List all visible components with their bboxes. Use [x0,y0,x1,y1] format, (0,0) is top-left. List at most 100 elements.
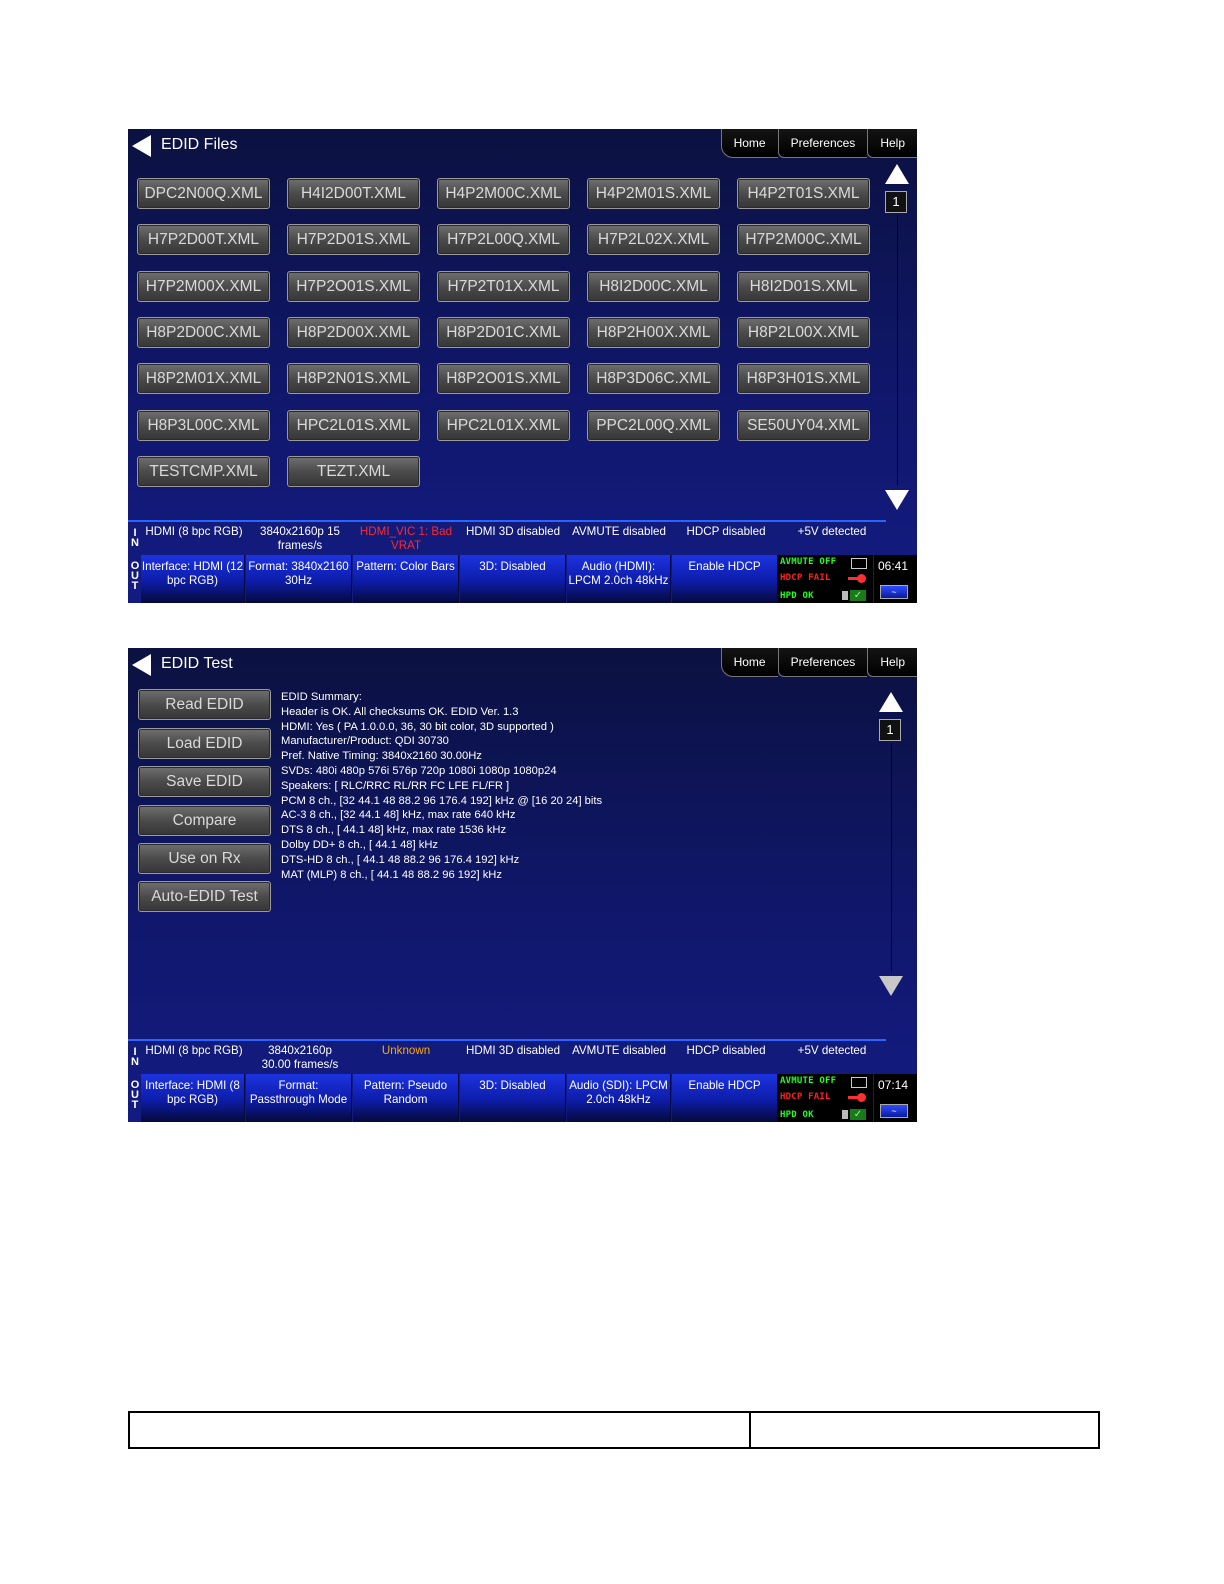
status-panel: AVMUTE OFF HDCP FAIL HPD OK ✓ [778,1074,873,1122]
out-pattern[interactable]: Pattern: Pseudo Random [353,1074,459,1122]
auto-edid-test-button[interactable]: Auto-EDID Test [138,881,271,912]
edid-file-button[interactable]: H8P2O01S.XML [437,363,570,394]
in-format: 3840x2160p 15 frames/s [260,525,340,552]
scroll-down-icon[interactable] [885,490,909,510]
top-nav: Home Preferences Help [720,648,917,677]
edid-file-button[interactable]: H8I2D00C.XML [587,271,720,302]
out-audio[interactable]: Audio (HDMI): LPCM 2.0ch 48kHz [567,555,671,603]
out-3d[interactable]: 3D: Disabled [460,1074,566,1122]
read-edid-button[interactable]: Read EDID [138,689,271,720]
edid-file-button[interactable]: H8P2N01S.XML [287,363,420,394]
edid-file-button[interactable]: H8P3D06C.XML [587,363,720,394]
home-button[interactable]: Home [720,648,778,677]
edid-file-button[interactable]: H8P2H00X.XML [587,317,720,348]
summary-line: Pref. Native Timing: 3840x2160 30.00Hz [281,750,482,763]
out-hdcp[interactable]: Enable HDCP [672,555,778,603]
in-3d: HDMI 3D disabled [465,525,561,538]
scroll-up-icon[interactable] [879,692,903,712]
edid-file-button[interactable]: PPC2L00Q.XML [587,410,720,441]
signal-icon[interactable]: ~ [880,585,908,599]
use-on-rx-button[interactable]: Use on Rx [138,843,271,874]
summary-line: DTS-HD 8 ch., [ 44.1 48 88.2 96 176.4 19… [281,853,520,866]
out-label: OUT [130,1079,140,1111]
out-hdcp[interactable]: Enable HDCP [672,1074,778,1122]
edid-file-button[interactable]: H7P2T01X.XML [437,271,570,302]
signal-icon[interactable]: ~ [880,1104,908,1118]
hpd-status: HPD OK [780,1110,814,1120]
edid-file-button[interactable]: HPC2L01X.XML [437,410,570,441]
edid-file-button[interactable]: H7P2M00C.XML [737,224,870,255]
screen-title: EDID Test [161,655,233,672]
page-indicator: 1 [879,719,901,741]
out-interface[interactable]: Interface: HDMI (12 bpc RGB) [141,555,245,603]
out-format[interactable]: Format: Passthrough Mode [246,1074,352,1122]
edid-file-button[interactable]: H7P2O01S.XML [287,271,420,302]
edid-file-button[interactable]: H4P2T01S.XML [737,178,870,209]
compare-button[interactable]: Compare [138,805,271,836]
in-interface: HDMI (8 bpc RGB) [145,525,243,538]
edid-file-button[interactable]: H7P2M00X.XML [137,271,270,302]
back-arrow-icon[interactable] [132,654,151,676]
in-vic: Unknown [381,1044,431,1057]
title-bar: EDID Test Home Preferences Help [128,648,917,682]
edid-file-button[interactable]: H8I2D01S.XML [737,271,870,302]
in-label: IN [131,1046,139,1068]
clock: 07:14 [878,1078,909,1092]
edid-file-button[interactable]: TEZT.XML [287,456,420,487]
in-hdcp: HDCP disabled [686,525,766,538]
avmute-status: AVMUTE OFF [780,1076,837,1086]
scrollbar-track[interactable] [891,743,892,971]
edid-file-button[interactable]: H7P2D00T.XML [137,224,270,255]
edid-file-button[interactable]: H4P2M01S.XML [587,178,720,209]
scrollbar-track[interactable] [897,215,898,485]
top-nav: Home Preferences Help [720,129,917,158]
edid-file-button[interactable]: H8P2L00X.XML [737,317,870,348]
scroll-down-icon[interactable] [879,976,903,996]
edid-file-button[interactable]: H8P2D00X.XML [287,317,420,348]
out-pattern-text: Pattern: Pseudo Random [363,1079,448,1106]
edid-file-button[interactable]: H7P2L02X.XML [587,224,720,255]
scroll-up-icon[interactable] [885,164,909,184]
edid-file-button[interactable]: H8P2M01X.XML [137,363,270,394]
edid-file-button[interactable]: DPC2N00Q.XML [137,178,270,209]
summary-line: DTS 8 ch., [ 44.1 48] kHz, max rate 1536… [281,824,507,837]
load-edid-button[interactable]: Load EDID [138,728,271,759]
edid-file-button[interactable]: H8P2D01C.XML [437,317,570,348]
edid-file-button[interactable]: H8P3L00C.XML [137,410,270,441]
help-button[interactable]: Help [867,129,917,158]
edid-file-button[interactable]: H8P2D00C.XML [137,317,270,348]
indicator-icon [842,1110,848,1119]
clock: 06:41 [878,559,909,573]
hpd-status: HPD OK [780,591,814,601]
monitor-icon [851,1077,867,1088]
edid-file-button[interactable]: H7P2D01S.XML [287,224,420,255]
out-3d-text: 3D: Disabled [479,560,546,573]
out-format-text: Format: 3840x2160 30Hz [248,560,349,587]
in-power: +5V detected [797,525,867,538]
summary-line: EDID Summary: [281,691,362,703]
out-3d[interactable]: 3D: Disabled [460,555,566,603]
help-button[interactable]: Help [867,648,917,677]
home-button[interactable]: Home [720,129,778,158]
output-status-row: OUT Interface: HDMI (8 bpc RGB) Format: … [128,1074,917,1122]
out-pattern[interactable]: Pattern: Color Bars [353,555,459,603]
edid-file-button[interactable]: H7P2L00Q.XML [437,224,570,255]
input-status-row: IN HDMI (8 bpc RGB) 3840x2160p 30.00 fra… [128,1039,886,1074]
edid-file-button[interactable]: H4I2D00T.XML [287,178,420,209]
edid-file-button[interactable]: H8P3H01S.XML [737,363,870,394]
edid-file-button[interactable]: SE50UY04.XML [737,410,870,441]
edid-file-button[interactable]: HPC2L01S.XML [287,410,420,441]
edid-file-button[interactable]: TESTCMP.XML [137,456,270,487]
preferences-button[interactable]: Preferences [777,129,868,158]
out-audio[interactable]: Audio (SDI): LPCM 2.0ch 48kHz [567,1074,671,1122]
back-arrow-icon[interactable] [132,135,151,157]
out-hdcp-text: Enable HDCP [688,1079,761,1092]
edid-summary: EDID Summary: Header is OK. All checksums… [281,690,602,882]
preferences-button[interactable]: Preferences [777,648,868,677]
in-interface: HDMI (8 bpc RGB) [145,1044,243,1057]
out-interface[interactable]: Interface: HDMI (8 bpc RGB) [141,1074,245,1122]
save-edid-button[interactable]: Save EDID [138,766,271,797]
edid-file-button[interactable]: H4P2M00C.XML [437,178,570,209]
out-format[interactable]: Format: 3840x2160 30Hz [246,555,352,603]
status-panel: AVMUTE OFF HDCP FAIL HPD OK ✓ [778,555,873,603]
